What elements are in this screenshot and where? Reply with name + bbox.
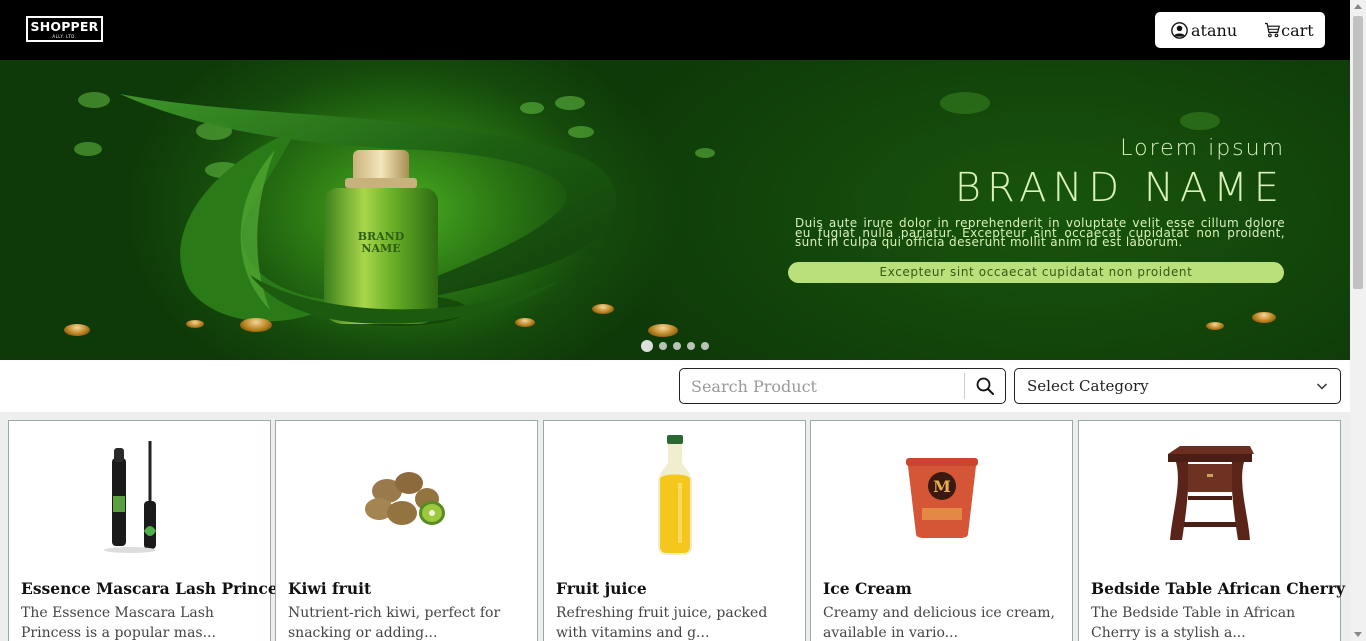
bedside-table-image xyxy=(1167,446,1254,540)
gold-bead xyxy=(1252,312,1276,323)
scroll-up-arrow-icon[interactable] xyxy=(1354,4,1362,9)
carousel-dot-2[interactable] xyxy=(659,342,667,350)
gold-bead xyxy=(648,324,678,337)
scroll-down-arrow-icon[interactable] xyxy=(1354,632,1362,637)
search-button[interactable] xyxy=(964,373,1005,399)
product-title[interactable]: Kiwi fruit xyxy=(288,579,371,598)
product-image[interactable]: M xyxy=(811,421,1072,571)
logo-subtext: ALLY. LTD. xyxy=(52,34,77,39)
hero-brand-heading: BRAND NAME xyxy=(954,165,1285,211)
product-title[interactable]: Bedside Table African Cherry xyxy=(1091,579,1345,598)
top-navbar: SHOPPER ALLY. LTD. atanu cart xyxy=(0,0,1350,60)
hero-pill-banner[interactable]: Excepteur sint occaecat cupidatat non pr… xyxy=(788,262,1284,283)
username-label: atanu xyxy=(1191,20,1238,40)
bokeh-light xyxy=(695,148,715,158)
carousel-indicators xyxy=(641,340,709,352)
cart-button[interactable]: cart xyxy=(1264,21,1314,40)
search-input[interactable] xyxy=(680,369,964,403)
product-title[interactable]: Essence Mascara Lash Princess xyxy=(21,579,295,598)
category-selected-value: Select Category xyxy=(1027,377,1149,395)
carousel-dot-4[interactable] xyxy=(687,342,695,350)
product-title[interactable]: Fruit juice xyxy=(556,579,647,598)
bokeh-light xyxy=(940,92,990,114)
product-image[interactable] xyxy=(276,421,537,571)
page-scrollbar[interactable] xyxy=(1350,0,1366,641)
scrollbar-thumb[interactable] xyxy=(1353,16,1363,289)
product-description: Refreshing fruit juice, packed with vita… xyxy=(556,605,768,641)
user-account-button[interactable]: atanu xyxy=(1171,21,1237,40)
gold-bead xyxy=(64,324,90,336)
product-illustration: BRAND NAME xyxy=(120,94,617,326)
product-description: Nutrient-rich kiwi, perfect for snacking… xyxy=(288,605,501,641)
chevron-down-icon xyxy=(1316,383,1328,390)
cart-icon xyxy=(1265,22,1281,38)
category-select[interactable]: Select Category xyxy=(1014,368,1341,404)
product-description: The Essence Mascara Lash Princess is a p… xyxy=(21,605,216,641)
carousel-dot-3[interactable] xyxy=(673,342,681,350)
ice-cream-tub-image: M xyxy=(905,458,978,538)
hero-paragraph: Duis aute irure dolor in reprehenderit i… xyxy=(795,216,1285,249)
gold-bead xyxy=(186,320,204,328)
svg-text:M: M xyxy=(933,477,951,496)
mascara-image xyxy=(103,441,156,553)
product-card[interactable]: Fruit juice Refreshing fruit juice, pack… xyxy=(543,420,806,641)
user-circle-icon xyxy=(1171,21,1188,39)
product-card[interactable]: Bedside Table African Cherry The Bedside… xyxy=(1078,420,1345,641)
search-box xyxy=(679,368,1006,404)
product-image[interactable] xyxy=(1079,421,1340,571)
hero-text-block: Lorem ipsum BRAND NAME Duis aute irure d… xyxy=(780,135,1285,248)
carousel-dot-1[interactable] xyxy=(641,340,653,352)
product-grid: Essence Mascara Lash Princess The Essenc… xyxy=(0,412,1350,641)
search-icon xyxy=(976,377,994,395)
logo-text: SHOPPER xyxy=(30,19,99,34)
product-card[interactable]: Kiwi fruit Nutrient-rich kiwi, perfect f… xyxy=(275,420,538,641)
product-description: Creamy and delicious ice cream, availabl… xyxy=(823,605,1055,641)
product-image[interactable] xyxy=(9,421,270,571)
product-card[interactable]: M Ice Cream Creamy and delicious ice cre… xyxy=(810,420,1073,641)
product-image[interactable] xyxy=(544,421,805,571)
hero-carousel[interactable]: BRAND NAME Lorem ipsum BRAND NAME Duis a… xyxy=(0,60,1350,360)
product-card[interactable]: Essence Mascara Lash Princess The Essenc… xyxy=(8,420,295,641)
filter-bar: Select Category xyxy=(0,360,1350,412)
bokeh-light xyxy=(1180,112,1220,130)
account-box: atanu cart xyxy=(1155,12,1325,48)
gold-bead xyxy=(592,304,614,314)
hero-small-heading: Lorem ipsum xyxy=(1120,136,1285,161)
carousel-dot-5[interactable] xyxy=(701,342,709,350)
juice-bottle-image xyxy=(657,435,692,555)
kiwi-image xyxy=(364,472,445,525)
bottle-label-line2: NAME xyxy=(361,242,400,255)
product-description: The Bedside Table in African Cherry is a… xyxy=(1091,605,1296,641)
gold-bead xyxy=(515,318,535,327)
product-title[interactable]: Ice Cream xyxy=(823,579,912,598)
gold-bead xyxy=(1206,322,1224,330)
shopper-logo[interactable]: SHOPPER ALLY. LTD. xyxy=(26,16,103,42)
gold-bead xyxy=(240,318,272,332)
cart-label: cart xyxy=(1281,20,1314,40)
